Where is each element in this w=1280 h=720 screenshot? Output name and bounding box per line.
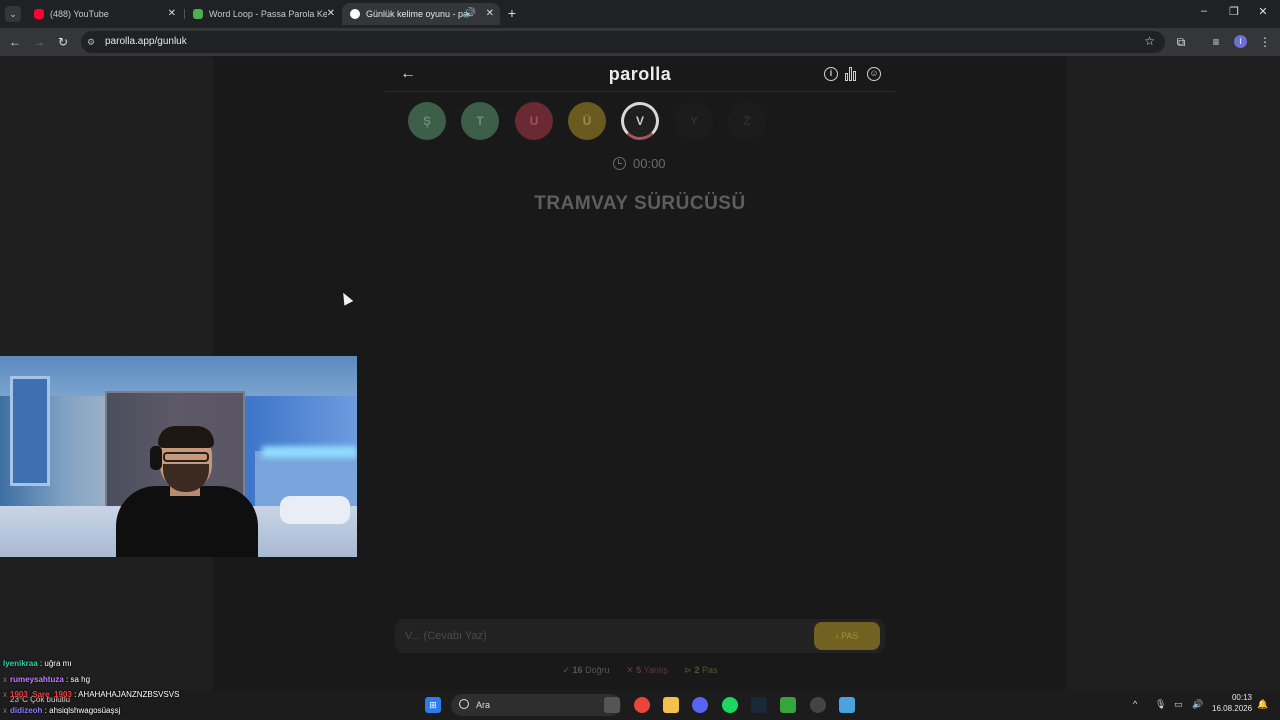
close-window-icon[interactable]: ✕ <box>1253 5 1273 18</box>
webcam-overlay <box>0 356 357 557</box>
score-stats: ✓ 16 Doğru ✕ 5 Yanlış ⊳ 2 Pas <box>385 665 895 676</box>
chat-text: uğra mı <box>44 659 72 668</box>
chat-username: rumeysahtuza <box>10 675 64 684</box>
new-tab-button[interactable]: + <box>505 5 519 21</box>
menu-icon[interactable]: ⋮ <box>1257 34 1273 50</box>
parolla-favicon-icon <box>350 9 360 19</box>
correct-label: Doğru <box>585 665 610 675</box>
chat-username: lyenikraa <box>3 659 38 668</box>
tray-overflow-icon[interactable]: ^ <box>1133 699 1137 709</box>
chat-text: AHAHAHAJANZNZBSVSVS <box>78 690 180 699</box>
word-loop-icon <box>193 9 203 19</box>
user-profile-icon[interactable]: ☺ <box>867 67 881 81</box>
extensions-icon[interactable]: ⧉ <box>1173 34 1189 50</box>
microphone-icon[interactable]: 🎙 <box>1155 699 1166 710</box>
profile-avatar[interactable]: I <box>1234 35 1247 48</box>
browser-toolbar: ← → ↻ ⚙ parolla.app/gunluk ☆ ⧉ ≡ I ⋮ <box>0 28 1280 56</box>
tab-title: Word Loop - Passa Parola Kelim <box>209 9 327 19</box>
chat-message: x 1903_Sare_1903 : AHAHAHAJANZNZBSVSVS <box>3 690 180 699</box>
letter-circle: Ş <box>408 102 446 140</box>
site-info-icon[interactable]: ⚙ <box>87 36 99 48</box>
obs-icon[interactable] <box>810 697 826 713</box>
notification-icon[interactable]: 🔔 <box>1257 699 1268 710</box>
network-icon[interactable]: ▭ <box>1174 699 1183 710</box>
headset-icon <box>150 446 162 470</box>
notepad-icon[interactable] <box>839 697 855 713</box>
tab-youtube[interactable]: (488) YouTube ✕ <box>26 3 182 25</box>
youtube-icon <box>34 9 44 19</box>
tab-gunluk[interactable]: Günlük kelime oyunu - paro 🔊 ✕ <box>342 3 500 25</box>
discord-icon[interactable] <box>692 697 708 713</box>
correct-stat: ✓ 16 Doğru <box>562 665 610 675</box>
taskbar-search[interactable]: Ara <box>451 694 621 716</box>
chat-message: x rumeysahtuza : sa hg <box>3 675 91 684</box>
game-launcher-icon[interactable] <box>780 697 796 713</box>
chrome-icon[interactable] <box>634 697 650 713</box>
browser-tab-bar: ⌄ (488) YouTube ✕ Word Loop - Passa Paro… <box>0 0 1280 28</box>
correct-count: 16 <box>572 665 583 675</box>
timer: 00:00 <box>611 155 691 173</box>
back-icon[interactable]: ← <box>7 34 23 50</box>
wrong-stat: ✕ 5 Yanlış <box>626 665 668 675</box>
letter-circle: Z <box>728 102 766 140</box>
task-view-icon[interactable] <box>604 697 620 713</box>
windows-start-icon[interactable]: ⊞ <box>425 697 441 713</box>
pass-stat: ⊳ 2 Pas <box>684 665 718 675</box>
search-icon <box>459 699 469 709</box>
letter-circle: U <box>515 102 553 140</box>
search-label: Ara <box>476 700 491 710</box>
wrong-label: Yanlış <box>643 665 668 675</box>
chat-message: x didizeoh : ahsiqlshwagosüaşsj <box>3 706 121 715</box>
page-margin-right <box>1066 57 1280 720</box>
answer-form: › PAS <box>395 619 885 653</box>
app-header: ← parolla i ☺ <box>385 57 895 92</box>
taskbar-time[interactable]: 00:13 <box>1212 693 1252 702</box>
screen: ⌄ (488) YouTube ✕ Word Loop - Passa Paro… <box>0 0 1280 720</box>
bookmark-star-icon[interactable]: ☆ <box>1144 34 1155 48</box>
steam-icon[interactable] <box>751 697 767 713</box>
volume-icon[interactable]: 🔊 <box>1192 699 1203 710</box>
tab-title: Günlük kelime oyunu - paro <box>366 9 466 19</box>
app-logo: parolla <box>608 64 672 84</box>
media-controls-icon[interactable]: ≡ <box>1208 34 1224 50</box>
letter-circle: V <box>621 102 659 140</box>
pass-button[interactable]: › PAS <box>814 622 880 650</box>
windows-taskbar: 23°C Çok bulutlu ⊞ Ara ^ 🎙 ▭ 🔊 00:13 16.… <box>0 690 1280 720</box>
forward-icon[interactable]: → <box>31 34 47 50</box>
stats-chart-icon[interactable] <box>845 67 859 81</box>
timer-value: 00:00 <box>633 156 666 171</box>
restore-icon[interactable]: ❐ <box>1224 5 1244 18</box>
url-text: parolla.app/gunluk <box>105 36 187 47</box>
chat-message: lyenikraa : uğra mı <box>3 659 72 668</box>
reload-icon[interactable]: ↻ <box>55 34 71 50</box>
clock-icon <box>613 157 626 170</box>
address-bar[interactable]: ⚙ parolla.app/gunluk ☆ <box>81 31 1165 53</box>
spotify-icon[interactable] <box>722 697 738 713</box>
chat-username: didizeoh <box>10 706 43 715</box>
letter-circle: Y <box>675 102 713 140</box>
chat-username: 1903_Sare_1903 <box>10 690 72 699</box>
tab-search-dropdown-icon[interactable]: ⌄ <box>5 6 21 22</box>
chat-text: ahsiqlshwagosüaşsj <box>49 706 121 715</box>
taskbar-date[interactable]: 16.08.2026 <box>1212 704 1252 713</box>
minimize-icon[interactable]: – <box>1194 5 1214 17</box>
close-tab-icon[interactable]: ✕ <box>168 3 176 25</box>
letter-circle: Ü <box>568 102 606 140</box>
letter-circle: T <box>461 102 499 140</box>
close-tab-icon[interactable]: ✕ <box>327 3 335 25</box>
tab-word-loop[interactable]: Word Loop - Passa Parola Kelim ✕ <box>185 3 341 25</box>
close-tab-icon[interactable]: ✕ <box>486 3 494 25</box>
info-icon[interactable]: i <box>824 67 838 81</box>
file-explorer-icon[interactable] <box>663 697 679 713</box>
question-clue: TRAMVAY SÜRÜCÜSÜ <box>534 193 746 214</box>
pass-count: 2 <box>694 665 700 675</box>
chat-text: sa hg <box>70 675 91 684</box>
speaker-icon[interactable]: 🔊 <box>464 3 476 25</box>
tab-title: (488) YouTube <box>50 9 109 19</box>
pass-label: Pas <box>701 665 718 675</box>
wrong-count: 5 <box>636 665 642 675</box>
answer-input[interactable] <box>405 619 805 653</box>
